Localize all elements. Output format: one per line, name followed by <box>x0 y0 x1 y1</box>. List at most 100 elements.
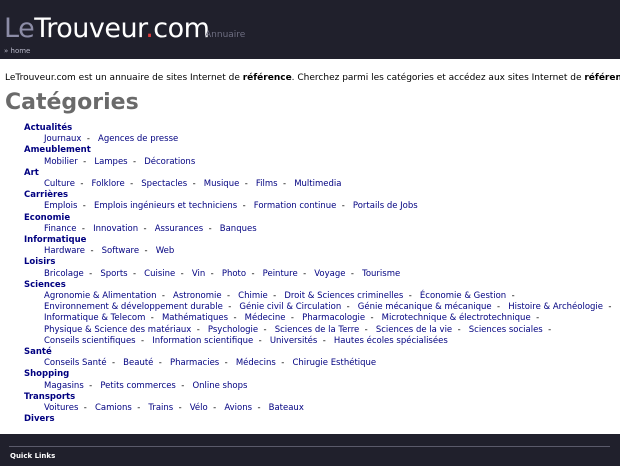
subcategory-list: Voitures - Camions - Trains - Vélo - Avi… <box>24 403 618 414</box>
subcategory-link[interactable]: Voitures <box>44 403 78 413</box>
subcategory-link[interactable]: Génie mécanique & mécanique <box>358 302 492 312</box>
subcategory-separator: - <box>81 134 96 145</box>
subcategory-link[interactable]: Culture <box>44 179 75 189</box>
footer-divider <box>9 446 610 447</box>
subcategory-link[interactable]: Trains <box>148 403 173 413</box>
subcategory-link[interactable]: Formation continue <box>254 201 337 211</box>
subcategory-link[interactable]: Mobilier <box>44 157 78 167</box>
subcategory-link[interactable]: Cuisine <box>144 269 175 279</box>
subcategory-link[interactable]: Conseils scientifiques <box>44 336 136 346</box>
subcategory-link[interactable]: Tourisme <box>362 269 400 279</box>
subcategory-link[interactable]: Bricolage <box>44 269 84 279</box>
subcategory-link[interactable]: Portails de Jobs <box>353 201 418 211</box>
subcategory-link[interactable]: Agronomie & Alimentation <box>44 291 156 301</box>
subcategory-separator: - <box>131 403 146 414</box>
subcategory-link[interactable]: Musique <box>204 179 240 189</box>
subcategory-link[interactable]: Multimedia <box>294 179 341 189</box>
subcategory-link[interactable]: Hautes écoles spécialisées <box>334 336 448 346</box>
subcategory-link[interactable]: Sciences sociales <box>469 325 543 335</box>
subcategory-link[interactable]: Spectacles <box>141 179 187 189</box>
category-list: Actualités Journaux - Agences de presse Am… <box>24 123 618 425</box>
subcategory-separator: - <box>275 358 290 369</box>
subcategory-link[interactable]: Emplois <box>44 201 77 211</box>
subcategory-link[interactable]: Chirugie Esthétique <box>292 358 376 368</box>
category-link[interactable]: Informatique <box>24 235 618 246</box>
subcategory-link[interactable]: Chimie <box>238 291 268 301</box>
subcategory-link[interactable]: Films <box>256 179 278 189</box>
subcategory-link[interactable]: Online shops <box>192 381 247 391</box>
subcategory-link[interactable]: Photo <box>222 269 246 279</box>
subcategory-link[interactable]: Génie civil & Circulation <box>239 302 341 312</box>
category-link[interactable]: Shopping <box>24 369 618 380</box>
subcategory-link[interactable]: Agences de presse <box>98 134 178 144</box>
site-header: LeTrouveur.com Annuaire » home <box>0 0 620 59</box>
subcategory-link[interactable]: Assurances <box>155 224 203 234</box>
subcategory-link[interactable]: Voyage <box>314 269 345 279</box>
subcategory-separator: - <box>297 268 312 279</box>
subcategory-link[interactable]: Magasins <box>44 381 84 391</box>
subcategory-link[interactable]: Histoire & Archéologie <box>508 302 603 312</box>
subcategory-link[interactable]: Banques <box>220 224 257 234</box>
subcategory-link[interactable]: Vin <box>192 269 205 279</box>
subcategory-link[interactable]: Médecins <box>236 358 276 368</box>
subcategory-link[interactable]: Psychologie <box>208 325 258 335</box>
subcategory-link[interactable]: Pharmacologie <box>302 313 365 323</box>
subcategory-link[interactable]: Mathématiques <box>162 313 228 323</box>
category-link[interactable]: Divers <box>24 414 618 425</box>
subcategory-link[interactable]: Journaux <box>44 134 81 144</box>
subcategory-link[interactable]: Peinture <box>263 269 298 279</box>
subcategory-link[interactable]: Décorations <box>144 157 195 167</box>
subcategory-link[interactable]: Petits commerces <box>100 381 176 391</box>
subcategory-link[interactable]: Médecine <box>245 313 286 323</box>
category-link[interactable]: Art <box>24 168 618 179</box>
subcategory-link[interactable]: Informatique & Telecom <box>44 313 145 323</box>
subcategory-link[interactable]: Avions <box>224 403 252 413</box>
subcategory-list: Emplois - Emplois ingénieurs et technici… <box>24 201 618 212</box>
subcategory-link[interactable]: Pharmacies <box>170 358 219 368</box>
subcategory-link[interactable]: Sports <box>100 269 127 279</box>
subcategory-link[interactable]: Information scientifique <box>152 336 253 346</box>
subcategory-link[interactable]: Folklore <box>92 179 125 189</box>
subcategory-link[interactable]: Bateaux <box>269 403 304 413</box>
subcategory-link[interactable]: Conseils Santé <box>44 358 107 368</box>
subcategory-list: Finance - Innovation - Assurances - Banq… <box>24 224 618 235</box>
site-logo[interactable]: LeTrouveur.com <box>4 14 210 44</box>
category-link[interactable]: Actualités <box>24 123 618 134</box>
subcategory-separator: - <box>603 302 617 313</box>
category-link[interactable]: Transports <box>24 392 618 403</box>
subcategory-link[interactable]: Sciences de la vie <box>376 325 452 335</box>
subcategory-link[interactable]: Emplois ingénieurs et techniciens <box>94 201 237 211</box>
subcategory-link[interactable]: Économie & Gestion <box>420 291 506 301</box>
category-link[interactable]: Economie <box>24 213 618 224</box>
subcategory-link[interactable]: Physique & Science des matériaux <box>44 325 191 335</box>
subcategory-list: Agronomie & Alimentation - Astronomie - … <box>24 291 618 347</box>
subcategory-separator: - <box>253 335 268 346</box>
category-link[interactable]: Sciences <box>24 280 618 291</box>
subcategory-link[interactable]: Lampes <box>94 157 127 167</box>
subcategory-link[interactable]: Sciences de la Terre <box>275 325 360 335</box>
subcategory-link[interactable]: Hardware <box>44 246 85 256</box>
subcategory-list: Culture - Folklore - Spectacles - Musiqu… <box>24 179 618 190</box>
subcategory-separator: - <box>173 403 188 414</box>
subcategory-link[interactable]: Beauté <box>123 358 153 368</box>
breadcrumb-home-link[interactable]: home <box>11 47 31 55</box>
subcategory-link[interactable]: Microtechnique & électrotechnique <box>382 313 531 323</box>
subcategory-link[interactable]: Software <box>102 246 139 256</box>
category-link[interactable]: Ameublement <box>24 145 618 156</box>
subcategory-link[interactable]: Environnement & développement durable <box>44 302 223 312</box>
subcategory-link[interactable]: Vélo <box>190 403 208 413</box>
category-link[interactable]: Carrières <box>24 190 618 201</box>
subcategory-link[interactable]: Camions <box>95 403 132 413</box>
subcategory-separator: - <box>219 358 234 369</box>
subcategory-link[interactable]: Astronomie <box>173 291 222 301</box>
subcategory-separator: - <box>403 291 418 302</box>
subcategory-list: Mobilier - Lampes - Décorations <box>24 157 618 168</box>
category-link[interactable]: Santé <box>24 347 618 358</box>
subcategory-link[interactable]: Web <box>156 246 175 256</box>
subcategory-link[interactable]: Universités <box>270 336 318 346</box>
category-link[interactable]: Loisirs <box>24 257 618 268</box>
subcategory-separator: - <box>127 156 142 167</box>
subcategory-link[interactable]: Droit & Sciences criminelles <box>284 291 403 301</box>
subcategory-link[interactable]: Finance <box>44 224 77 234</box>
subcategory-link[interactable]: Innovation <box>93 224 138 234</box>
